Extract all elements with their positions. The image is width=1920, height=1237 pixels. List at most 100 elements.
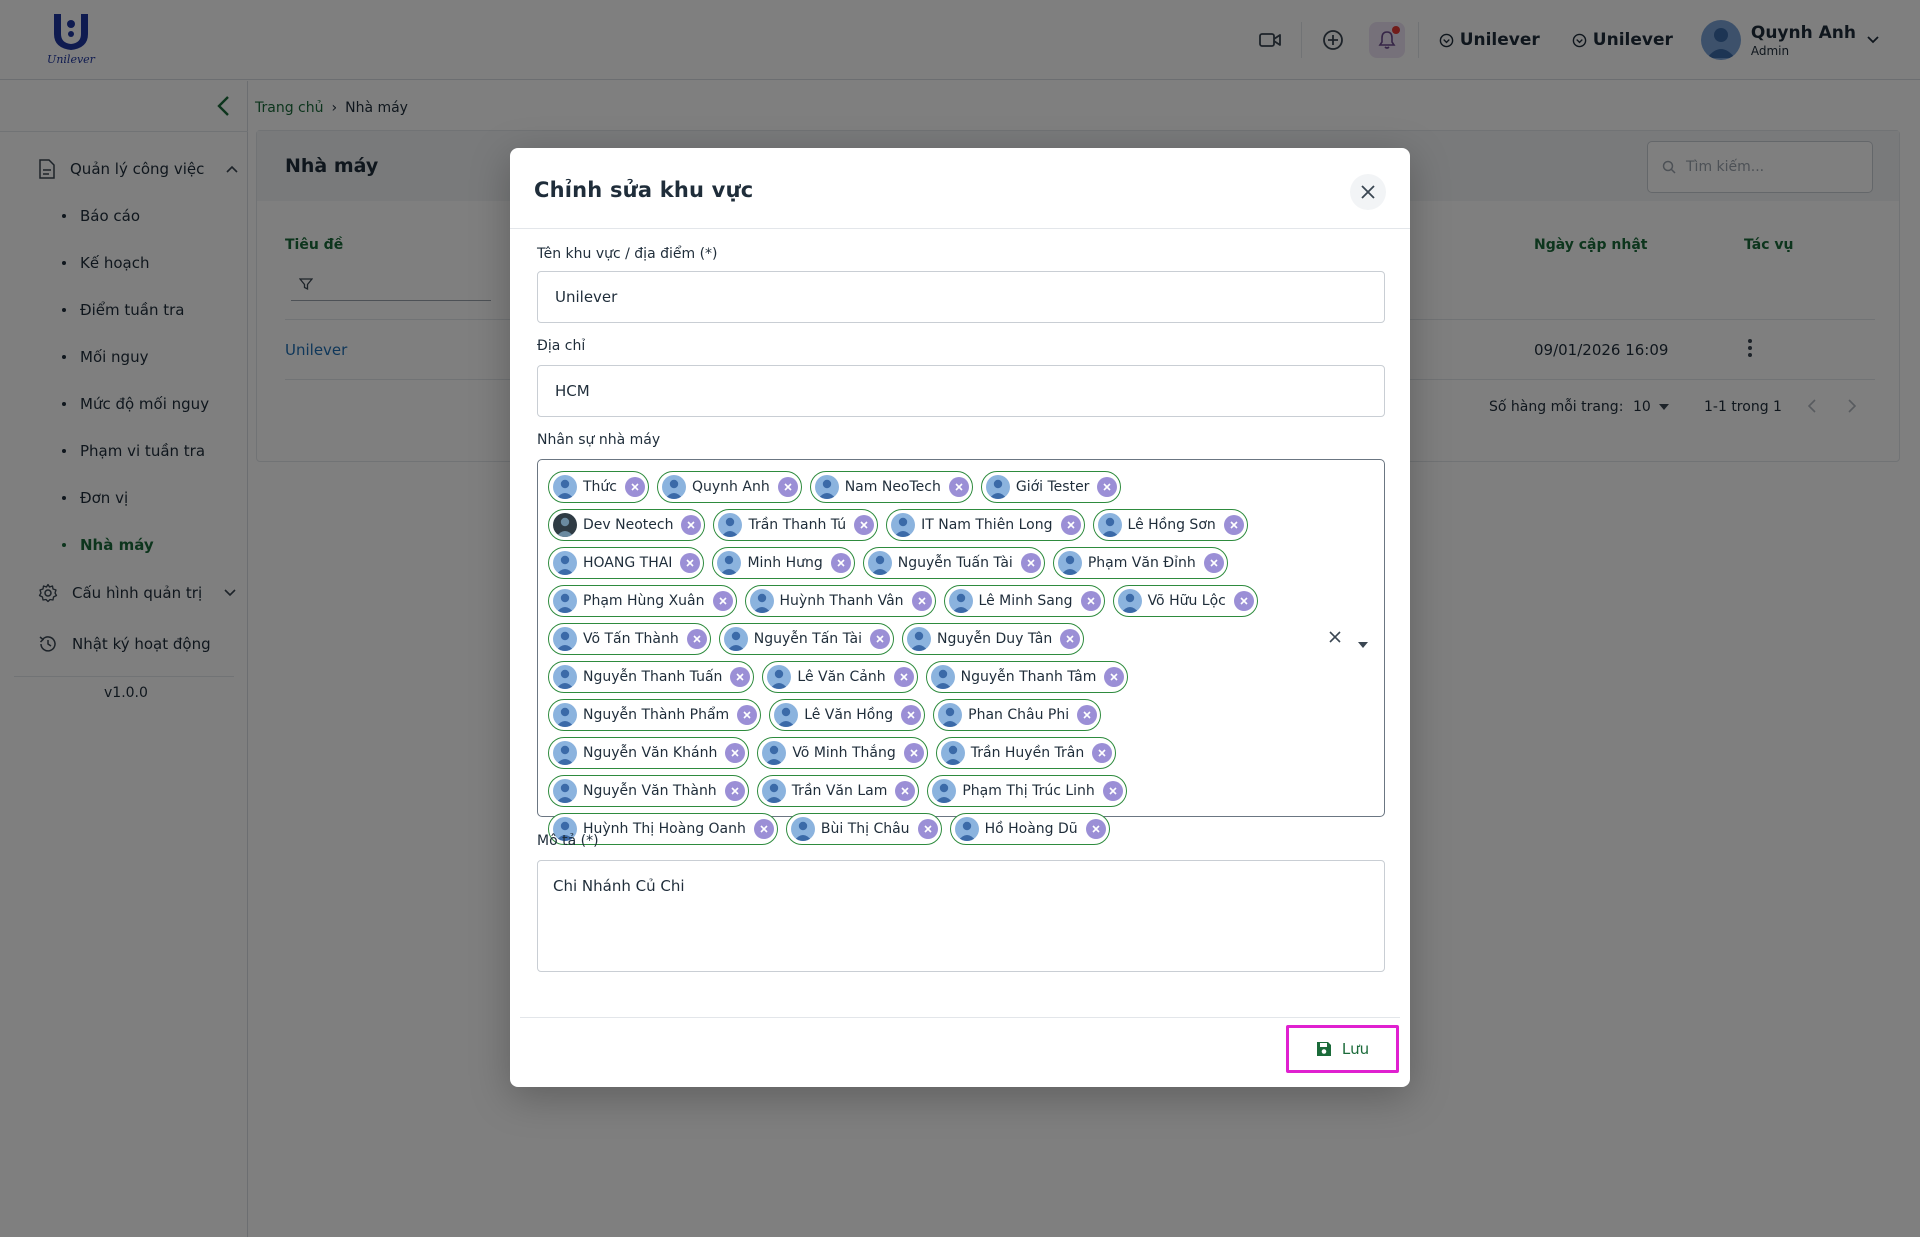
close-icon: [760, 825, 768, 833]
remove-chip-button[interactable]: [681, 515, 702, 535]
remove-chip-button[interactable]: [917, 819, 938, 839]
staff-chip[interactable]: Nguyễn Tấn Tài: [718, 623, 895, 655]
remove-chip-button[interactable]: [911, 591, 932, 611]
remove-chip-button[interactable]: [1080, 591, 1101, 611]
remove-chip-button[interactable]: [893, 667, 914, 687]
user-icon: [752, 593, 771, 613]
remove-chip-button[interactable]: [1020, 553, 1041, 573]
staff-chip[interactable]: Trần Thanh Tú: [713, 509, 879, 541]
close-icon: [1103, 483, 1112, 491]
user-icon: [941, 707, 960, 727]
remove-chip-button[interactable]: [712, 591, 733, 611]
remove-chip-button[interactable]: [1102, 781, 1123, 801]
address-label: Địa chỉ: [537, 338, 586, 354]
open-dropdown-button[interactable]: [1358, 634, 1368, 652]
remove-chip-button[interactable]: [777, 477, 798, 497]
remove-chip-button[interactable]: [948, 477, 969, 497]
staff-chip[interactable]: Huỳnh Thanh Vân: [744, 585, 936, 617]
staff-chip[interactable]: Trần Huyền Trân: [935, 737, 1117, 769]
staff-chip[interactable]: Quynh Anh: [657, 471, 802, 503]
remove-chip-button[interactable]: [1077, 705, 1098, 725]
staff-chip[interactable]: Phạm Thị Trúc Linh: [927, 775, 1127, 807]
address-field[interactable]: HCM: [537, 365, 1385, 417]
remove-chip-button[interactable]: [737, 705, 758, 725]
staff-chip[interactable]: Nguyễn Tuấn Tài: [862, 547, 1045, 579]
edit-area-dialog: Chỉnh sửa khu vực Tên khu vực / địa điểm…: [510, 148, 1410, 1087]
remove-chip-button[interactable]: [753, 819, 774, 839]
remove-chip-button[interactable]: [1097, 477, 1118, 497]
close-icon: [1110, 673, 1118, 681]
staff-chip[interactable]: Lê Minh Sang: [943, 585, 1105, 617]
staff-chip[interactable]: Phạm Văn Đỉnh: [1052, 547, 1228, 579]
remove-chip-button[interactable]: [1104, 667, 1125, 687]
remove-chip-button[interactable]: [680, 553, 701, 573]
staff-chip[interactable]: Minh Hưng: [712, 547, 855, 579]
user-icon: [556, 745, 574, 765]
remove-chip-button[interactable]: [903, 743, 924, 763]
avatar: [717, 551, 742, 575]
staff-chip-label: Trần Thanh Tú: [748, 517, 847, 533]
staff-chip-label: Nam NeoTech: [844, 479, 941, 495]
staff-chip[interactable]: Lê Hồng Sơn: [1092, 509, 1248, 541]
staff-chip[interactable]: Phạm Hùng Xuân: [548, 585, 737, 617]
staff-chip[interactable]: Lê Văn Cảnh: [762, 661, 918, 693]
staff-chip-label: Võ Hữu Lộc: [1147, 593, 1226, 609]
remove-chip-button[interactable]: [1060, 515, 1081, 535]
remove-chip-button[interactable]: [901, 705, 922, 725]
staff-chip[interactable]: Nguyễn Thành Phẩm: [548, 699, 762, 731]
description-label: Mô tả (*): [537, 833, 599, 849]
avatar: [553, 741, 577, 765]
remove-chip-button[interactable]: [895, 781, 916, 801]
staff-chip-label: Bùi Thị Châu: [820, 821, 910, 837]
save-button[interactable]: Lưu: [1286, 1025, 1399, 1073]
staff-chip[interactable]: Hồ Hoàng Dũ: [949, 813, 1110, 845]
remove-chip-button[interactable]: [1060, 629, 1081, 649]
staff-chip[interactable]: Võ Tấn Thành: [548, 623, 711, 655]
staff-chip[interactable]: IT Nam Thiên Long: [886, 509, 1085, 541]
staff-multiselect[interactable]: Thức Quynh Anh Nam NeoTech Giới Tester Dev N…: [537, 459, 1385, 845]
remove-chip-button[interactable]: [854, 515, 875, 535]
staff-chip-label: Lê Hồng Sơn: [1127, 517, 1216, 533]
staff-chip[interactable]: Nguyễn Thanh Tuấn: [548, 661, 755, 693]
remove-chip-button[interactable]: [1223, 515, 1244, 535]
staff-chip[interactable]: Lê Văn Hồng: [769, 699, 926, 731]
staff-chip[interactable]: Võ Hữu Lộc: [1112, 585, 1258, 617]
remove-chip-button[interactable]: [625, 477, 645, 497]
staff-chip[interactable]: Nguyễn Duy Tân: [902, 623, 1085, 655]
avatar: [723, 627, 748, 651]
staff-chip[interactable]: Nguyễn Văn Thành: [548, 775, 749, 807]
staff-chip[interactable]: Thức: [548, 471, 649, 503]
staff-chip[interactable]: Nguyễn Thanh Tâm: [925, 661, 1129, 693]
remove-chip-button[interactable]: [1203, 553, 1224, 573]
staff-chip[interactable]: Giới Tester: [980, 471, 1122, 503]
remove-chip-button[interactable]: [1085, 819, 1106, 839]
avatar: [1057, 551, 1082, 575]
staff-chip-label: IT Nam Thiên Long: [921, 517, 1053, 533]
remove-chip-button[interactable]: [724, 781, 745, 801]
staff-chip[interactable]: Võ Minh Thắng: [757, 737, 928, 769]
staff-chip[interactable]: Bùi Thị Châu: [785, 813, 942, 845]
staff-chip-label: Giới Tester: [1015, 479, 1090, 495]
staff-chip[interactable]: Phan Châu Phi: [933, 699, 1102, 731]
close-button[interactable]: [1350, 174, 1386, 210]
remove-chip-button[interactable]: [1092, 743, 1113, 763]
user-icon: [988, 479, 1007, 499]
description-field[interactable]: Chi Nhánh Củ Chi: [537, 860, 1385, 972]
remove-chip-button[interactable]: [830, 553, 851, 573]
staff-chip-label: Hồ Hoàng Dũ: [984, 821, 1078, 837]
name-field[interactable]: Unilever: [537, 271, 1385, 323]
user-icon: [556, 555, 574, 575]
staff-chip-label: Lê Văn Cảnh: [797, 669, 886, 685]
remove-chip-button[interactable]: [870, 629, 891, 649]
clear-all-button[interactable]: [1328, 630, 1342, 648]
remove-chip-button[interactable]: [725, 743, 746, 763]
close-icon: [718, 597, 727, 605]
staff-chip[interactable]: HOANG THAI: [548, 547, 705, 579]
remove-chip-button[interactable]: [730, 667, 751, 687]
staff-chip[interactable]: Dev Neotech: [548, 509, 706, 541]
remove-chip-button[interactable]: [1233, 591, 1254, 611]
staff-chip[interactable]: Nguyễn Văn Khánh: [548, 737, 750, 769]
remove-chip-button[interactable]: [686, 629, 707, 649]
staff-chip[interactable]: Nam NeoTech: [809, 471, 973, 503]
staff-chip[interactable]: Trần Văn Lam: [756, 775, 920, 807]
